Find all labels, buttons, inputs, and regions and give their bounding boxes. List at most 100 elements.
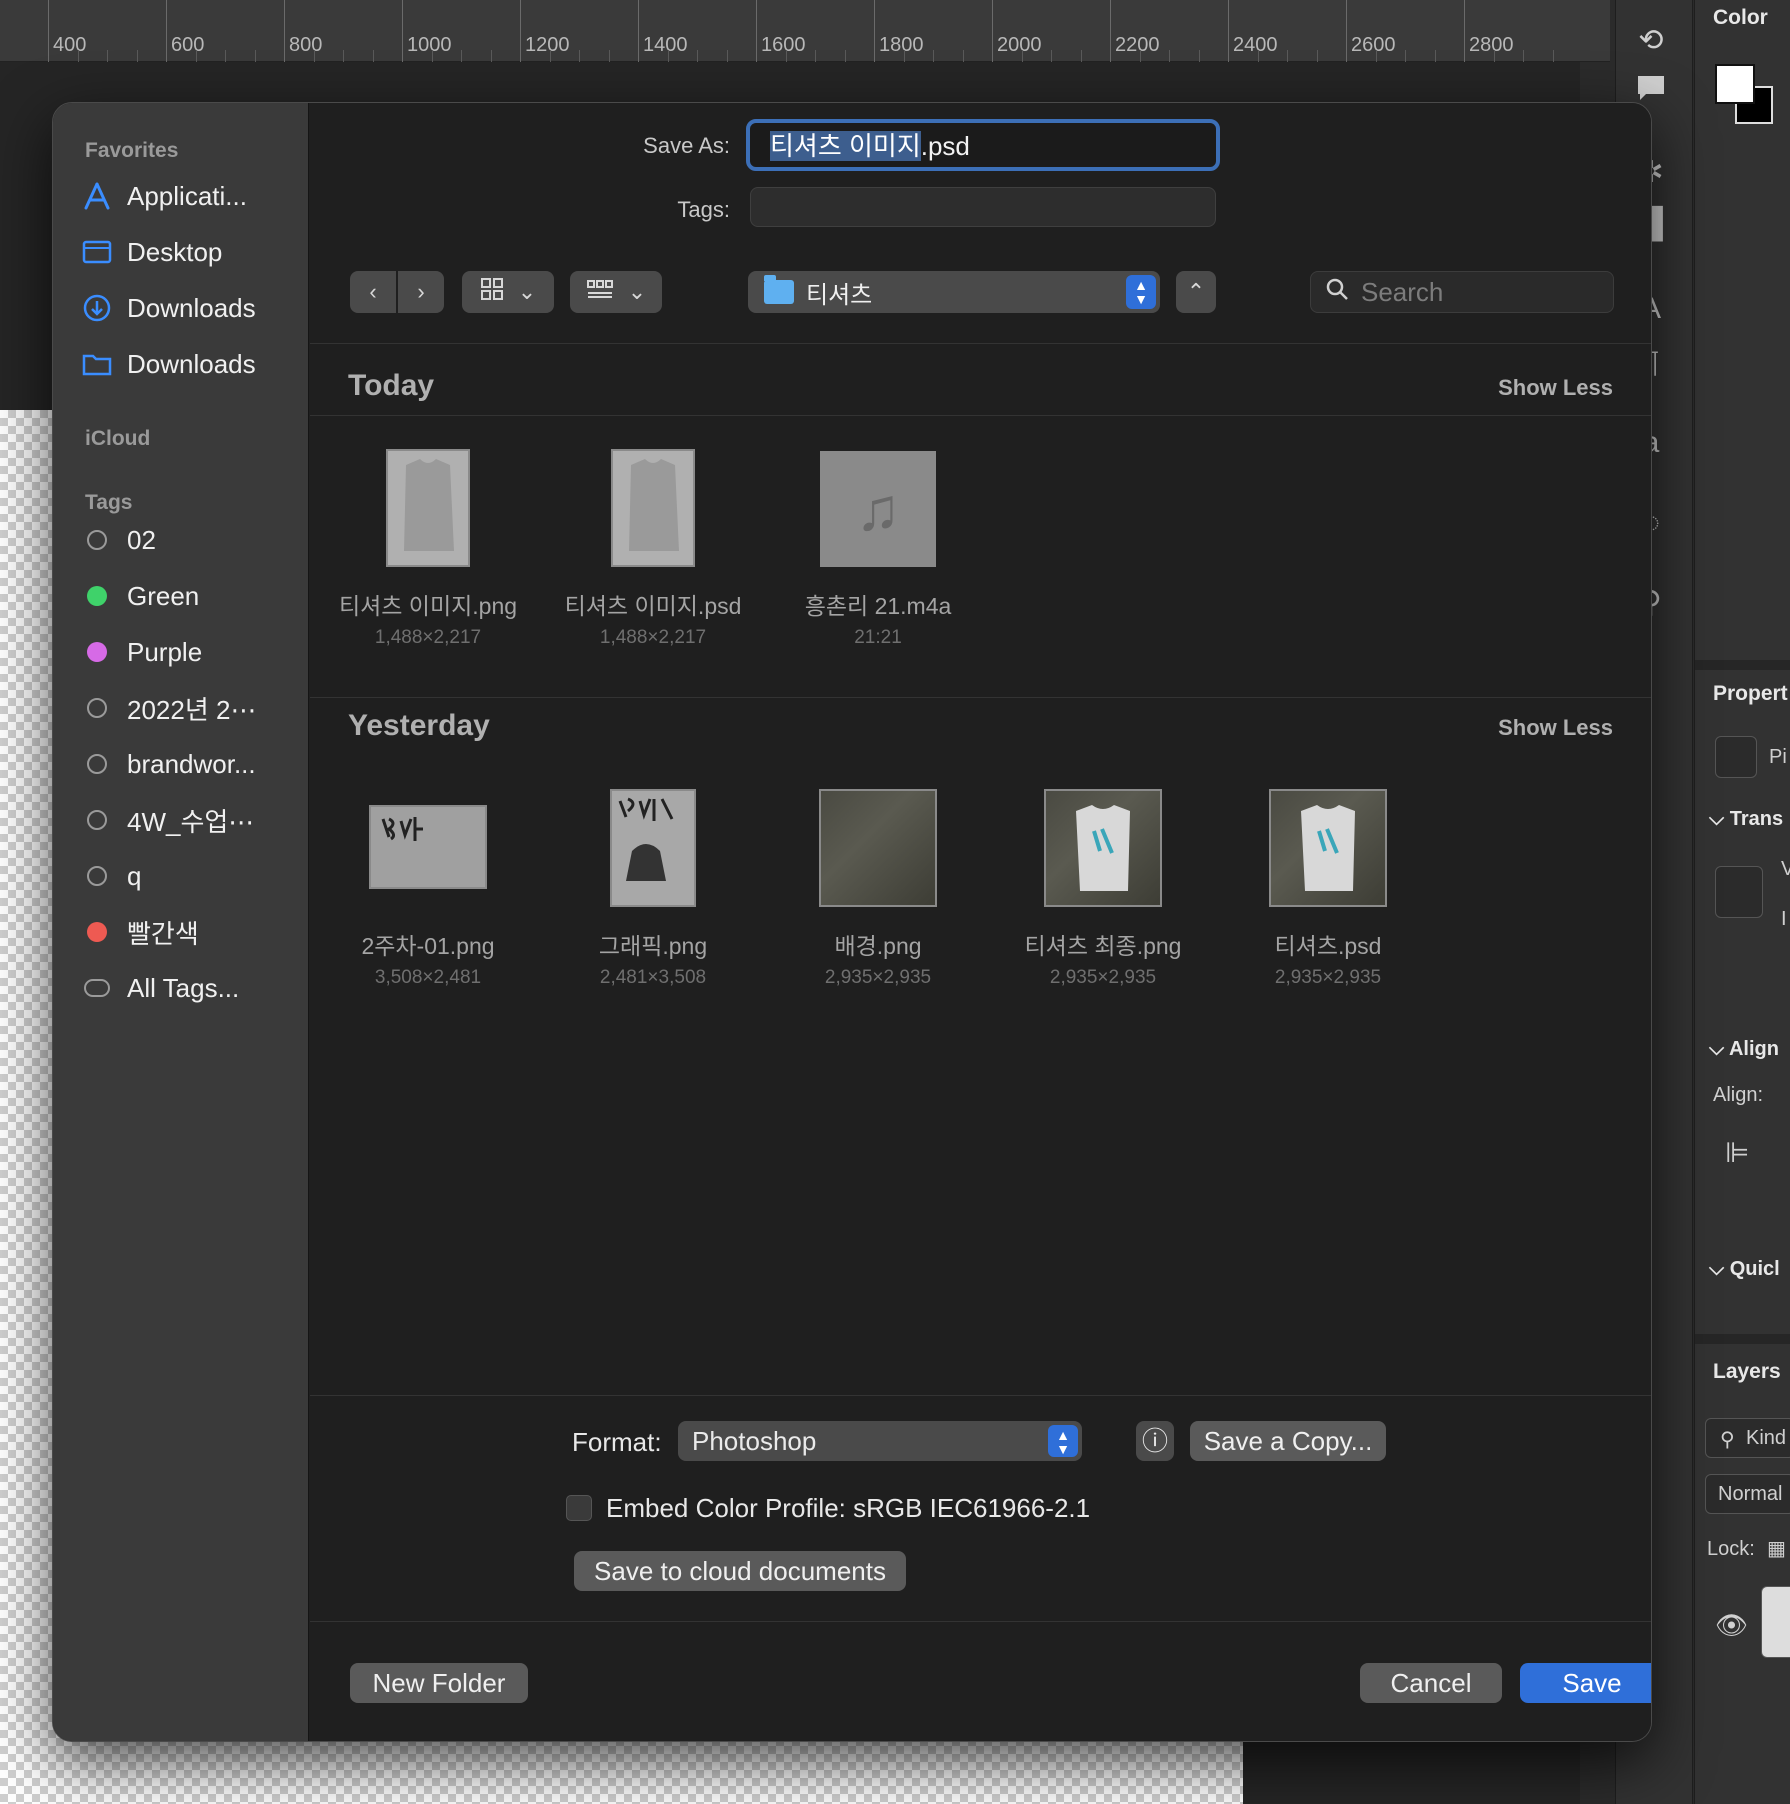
view-mode-button[interactable]: ⌄: [462, 271, 554, 313]
updown-chevron-icon: ▲ ▼: [1126, 275, 1156, 309]
all-tags-icon: [81, 972, 113, 1004]
transform-section-title[interactable]: ⌵ Trans: [1709, 808, 1783, 831]
show-less-yesterday-button[interactable]: Show Less: [1498, 715, 1613, 741]
embed-color-profile-checkbox[interactable]: [566, 1495, 592, 1521]
ruler-minor-tick: [107, 50, 108, 62]
sidebar-tag-item[interactable]: 빨간색: [81, 909, 301, 955]
sidebar-tag-item[interactable]: Green: [81, 573, 301, 619]
sidebar-tag-label: Purple: [127, 636, 203, 667]
file-item[interactable]: 2주차-01.png 3,508×2,481: [328, 783, 528, 989]
ruler-tick-label: 1800: [874, 0, 924, 62]
sidebar-item-desktop[interactable]: Desktop: [81, 229, 301, 275]
save-a-copy-button[interactable]: Save a Copy...: [1190, 1421, 1386, 1461]
ruler-minor-tick: [726, 50, 728, 62]
ruler-minor-tick: [1051, 50, 1052, 62]
ruler-minor-tick: [1169, 50, 1170, 62]
file-name: 티셔츠 이미지.png: [338, 593, 518, 619]
show-less-today-button[interactable]: Show Less: [1498, 375, 1613, 401]
forward-button[interactable]: ›: [398, 271, 444, 313]
sidebar-tag-item[interactable]: 02: [81, 517, 301, 563]
color-panel-title: Color: [1713, 6, 1768, 29]
ruler-minor-tick: [461, 50, 462, 62]
link-icon[interactable]: [1715, 866, 1763, 918]
file-name: 티셔츠 최종.png: [1024, 933, 1182, 959]
properties-panel-title: Propert: [1713, 682, 1788, 705]
file-item[interactable]: 그래픽.png 2,481×3,508: [553, 783, 753, 989]
sidebar-tag-item[interactable]: q: [81, 853, 301, 899]
ruler-minor-tick: [1287, 50, 1288, 62]
sidebar-item-downloads[interactable]: Downloads: [81, 285, 301, 331]
ruler-tick-label: 1200: [520, 0, 570, 62]
folder-icon: [764, 275, 794, 304]
tags-field[interactable]: [750, 187, 1216, 227]
tshirt-psd-thumbnail: [1269, 789, 1387, 907]
ruler-tick-label: 600: [166, 0, 204, 62]
file-item[interactable]: 티셔츠.psd 2,935×2,935: [1228, 783, 1428, 989]
ruler-minor-tick: [962, 50, 964, 62]
sidebar-tag-item[interactable]: Purple: [81, 629, 301, 675]
ruler-tick-label: 2400: [1228, 0, 1278, 62]
chevron-right-icon: ›: [417, 279, 425, 304]
save-as-label: Save As:: [643, 133, 730, 158]
sidebar-tag-label: brandwor...: [127, 748, 256, 779]
layers-panel-title: Layers: [1713, 1360, 1781, 1383]
blend-mode-select[interactable]: Normal: [1705, 1474, 1790, 1514]
search-field[interactable]: Search: [1310, 271, 1614, 313]
sidebar-tag-item[interactable]: All Tags...: [81, 965, 301, 1011]
layer-filter-kind[interactable]: ⚲ Kind: [1705, 1418, 1790, 1458]
sidebar-tag-item[interactable]: brandwor...: [81, 741, 301, 787]
lock-label: Lock:: [1707, 1538, 1755, 1560]
history-icon[interactable]: ⟲: [1628, 18, 1674, 64]
audio-file-icon: ♫: [820, 451, 936, 567]
sidebar-tag-label: 4W_수업⋯: [127, 806, 255, 837]
divider: [310, 1621, 1651, 1622]
file-dimensions: 3,508×2,481: [374, 967, 482, 988]
tshirt-thumbnail: [386, 449, 470, 567]
visibility-eye-icon[interactable]: 👁: [1715, 1610, 1748, 1641]
cancel-button[interactable]: Cancel: [1360, 1663, 1502, 1703]
save-button[interactable]: Save: [1520, 1663, 1651, 1703]
ruler-minor-tick: [549, 50, 551, 62]
location-popup[interactable]: 티셔츠 ▲ ▼: [748, 271, 1160, 313]
align-title-text: Align: [1728, 1038, 1779, 1060]
back-button[interactable]: ‹: [350, 271, 396, 313]
expand-collapse-button[interactable]: ⌃: [1176, 271, 1216, 313]
lock-transparent-icon[interactable]: ▦: [1767, 1536, 1786, 1561]
new-folder-button[interactable]: New Folder: [350, 1663, 528, 1703]
sidebar-item-applications[interactable]: Applicati...: [81, 173, 301, 219]
file-item[interactable]: 티셔츠 최종.png 2,935×2,935: [1003, 783, 1203, 989]
blend-mode-label: Normal: [1718, 1483, 1783, 1505]
format-info-button[interactable]: ⓘ: [1136, 1421, 1174, 1461]
file-item[interactable]: ♫ 흥촌리 21.m4a 21:21: [778, 443, 978, 649]
group-by-button[interactable]: ⌄: [570, 271, 662, 313]
format-label: Format:: [572, 1427, 662, 1457]
transform-width-label: V: [1781, 858, 1790, 880]
ruler-minor-tick: [1493, 50, 1495, 62]
file-item[interactable]: 배경.png 2,935×2,935: [778, 783, 978, 989]
sidebar-tag-label: All Tags...: [127, 972, 240, 1003]
save-as-field[interactable]: 티셔츠 이미지.psd: [746, 119, 1220, 171]
ruler-minor-tick: [313, 50, 315, 62]
file-item[interactable]: 티셔츠 이미지.png 1,488×2,217: [328, 443, 528, 649]
tag-color-dot-icon: [81, 916, 113, 948]
layer-thumbnail[interactable]: [1761, 1586, 1790, 1658]
format-select[interactable]: Photoshop ▲ ▼: [678, 1421, 1082, 1461]
save-to-cloud-button[interactable]: Save to cloud documents: [574, 1551, 906, 1591]
sidebar-tag-item[interactable]: 4W_수업⋯: [81, 797, 301, 843]
quick-title-text: Quicl: [1729, 1258, 1780, 1280]
sidebar-tag-item[interactable]: 2022년 2⋯: [81, 685, 301, 731]
foreground-color-swatch[interactable]: [1715, 64, 1755, 104]
applications-icon: [81, 180, 113, 212]
icon-view-icon: [480, 277, 504, 307]
quick-actions-section-title[interactable]: ⌵ Quicl: [1709, 1258, 1780, 1281]
finder-sidebar: Favorites Applicati... Desktop Downloads…: [53, 103, 309, 1741]
file-name: 티셔츠.psd: [1274, 933, 1382, 959]
file-item[interactable]: 티셔츠 이미지.psd 1,488×2,217: [553, 443, 753, 649]
align-section-title[interactable]: ⌵ Align: [1709, 1038, 1779, 1061]
sidebar-item-downloads-folder[interactable]: Downloads: [81, 341, 301, 387]
background-thumbnail: [819, 789, 937, 907]
file-name: 흥촌리 21.m4a: [804, 593, 952, 619]
ruler-minor-tick: [195, 50, 197, 62]
ruler-minor-tick: [1198, 50, 1200, 62]
align-left-icon[interactable]: ⊫: [1725, 1136, 1749, 1169]
